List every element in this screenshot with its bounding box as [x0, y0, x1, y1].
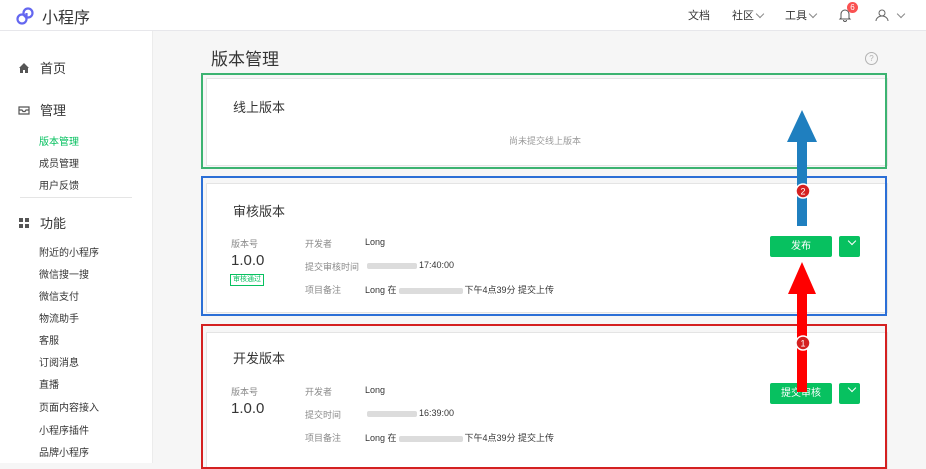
step-1-marker: 1	[795, 335, 811, 351]
blue-arrow	[787, 110, 817, 226]
step-2-number: 2	[800, 187, 805, 197]
step-1-number: 1	[800, 339, 805, 349]
annotation-overlay: 1 2	[787, 110, 817, 392]
step-2-marker: 2	[795, 183, 811, 199]
red-arrow	[788, 262, 816, 392]
